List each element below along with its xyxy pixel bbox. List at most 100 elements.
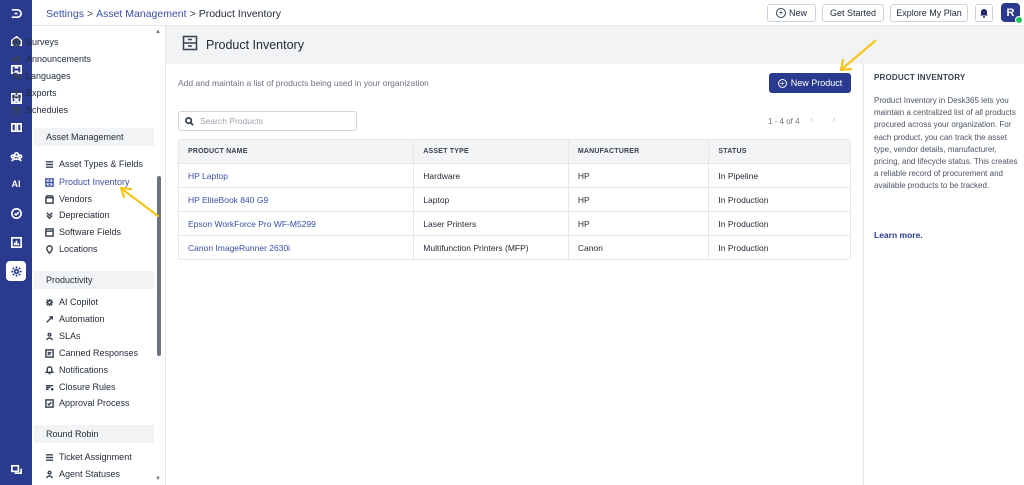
- search-products[interactable]: [178, 111, 357, 131]
- table-header: PRODUCT NAME ASSET TYPE MANUFACTURER STA…: [179, 140, 850, 163]
- column-header-product-name[interactable]: PRODUCT NAME: [179, 140, 413, 163]
- column-header-status[interactable]: STATUS: [708, 140, 850, 163]
- clock-icon: [12, 105, 21, 115]
- sidebar-item-notifications[interactable]: Notifications: [45, 365, 108, 375]
- megaphone-icon: [12, 55, 21, 64]
- sidebar-item-label: Exports: [26, 88, 57, 98]
- breadcrumb-asset-management[interactable]: Asset Management: [96, 8, 186, 20]
- table-row[interactable]: HP EliteBook 840 G9 Laptop HP In Product…: [179, 187, 850, 211]
- manufacturer-cell: HP: [567, 188, 709, 211]
- sidebar-item-announcements[interactable]: Announcements: [12, 54, 91, 64]
- help-panel: PRODUCT INVENTORY Product Inventory in D…: [863, 64, 1024, 485]
- avatar-initial: R: [1006, 6, 1015, 19]
- product-name-link[interactable]: HP EliteBook 840 G9: [179, 188, 413, 211]
- sidebar-item-approval-process[interactable]: Approval Process: [45, 398, 130, 408]
- new-product-label: New Product: [790, 78, 843, 88]
- sidebar-item-ai-copilot[interactable]: AI Copilot: [45, 297, 98, 307]
- learn-more-link[interactable]: Learn more.: [874, 230, 923, 240]
- settings-icon[interactable]: [6, 261, 26, 281]
- sidebar-item-label: Canned Responses: [59, 348, 139, 358]
- sidebar-item-label: Asset Types & Fields: [59, 159, 143, 169]
- status-cell: In Pipeline: [708, 164, 850, 187]
- sidebar-item-label: Schedules: [26, 105, 69, 115]
- new-button-label: New: [788, 8, 807, 18]
- help-panel-body: Product Inventory in Desk365 lets you ma…: [874, 96, 1018, 191]
- sidebar-item-label: Surveys: [26, 37, 59, 47]
- sidebar-item-slas[interactable]: SLAs: [45, 331, 81, 341]
- sidebar-scrollbar[interactable]: [157, 176, 161, 356]
- manufacturer-cell: HP: [567, 212, 709, 235]
- sidebar-item-product-inventory[interactable]: Product Inventory: [45, 177, 130, 187]
- sidebar-item-label: SLAs: [59, 331, 81, 341]
- breadcrumb-current: Product Inventory: [198, 8, 281, 20]
- sidebar-section-round-robin: Round Robin: [34, 425, 154, 443]
- notifications-bell-icon[interactable]: [975, 4, 993, 22]
- help-panel-title: PRODUCT INVENTORY: [874, 73, 966, 82]
- tasks-icon[interactable]: [6, 203, 26, 223]
- sidebar-item-exports[interactable]: Exports: [12, 88, 57, 98]
- product-name-link[interactable]: Canon ImageRunner 2630i: [179, 236, 413, 259]
- sidebar-item-label: Approval Process: [59, 398, 130, 408]
- scroll-up-icon[interactable]: ▲: [155, 29, 161, 35]
- community-icon[interactable]: [6, 146, 26, 166]
- sidebar-item-label: Closure Rules: [59, 382, 116, 392]
- sidebar-item-locations[interactable]: Locations: [45, 244, 98, 254]
- sidebar-item-agent-statuses[interactable]: Agent Statuses: [45, 469, 120, 479]
- brand-logo-icon[interactable]: [6, 3, 26, 23]
- table-row[interactable]: HP Laptop Hardware HP In Pipeline: [179, 163, 850, 187]
- agent-status-icon: [45, 470, 54, 479]
- search-icon: [185, 116, 194, 126]
- table-row[interactable]: Canon ImageRunner 2630i Multifunction Pr…: [179, 235, 850, 259]
- product-name-link[interactable]: HP Laptop: [179, 164, 413, 187]
- sidebar-item-label: Depreciation: [59, 210, 110, 220]
- sidebar-section-productivity: Productivity: [34, 271, 154, 289]
- explore-my-plan-label: Explore My Plan: [896, 8, 962, 18]
- knowledge-base-icon[interactable]: [6, 117, 26, 137]
- sidebar-item-label: Locations: [59, 244, 98, 254]
- table-row[interactable]: Epson WorkForce Pro WF-M5299 Laser Print…: [179, 211, 850, 235]
- new-product-button[interactable]: + New Product: [769, 73, 851, 93]
- manufacturer-cell: Canon: [567, 236, 709, 259]
- reports-icon[interactable]: [6, 232, 26, 252]
- sidebar-item-vendors[interactable]: Vendors: [45, 194, 92, 204]
- page-title: Product Inventory: [206, 38, 304, 52]
- sidebar-item-automation[interactable]: Automation: [45, 314, 105, 324]
- column-header-manufacturer[interactable]: MANUFACTURER: [567, 140, 709, 163]
- approval-icon: [45, 398, 54, 408]
- sidebar-item-surveys[interactable]: Surveys: [12, 37, 59, 47]
- search-input[interactable]: [200, 116, 350, 126]
- product-name-link[interactable]: Epson WorkForce Pro WF-M5299: [179, 212, 413, 235]
- canned-response-icon: [45, 348, 54, 358]
- ai-icon[interactable]: AI: [6, 174, 26, 194]
- asset-type-cell: Laser Printers: [413, 212, 568, 235]
- sidebar-item-label: Vendors: [59, 194, 93, 204]
- chat-icon[interactable]: [6, 459, 26, 479]
- next-page-icon[interactable]: ›: [832, 114, 835, 125]
- new-button[interactable]: + New: [767, 4, 816, 22]
- manufacturer-cell: HP: [567, 164, 709, 187]
- breadcrumb-separator: >: [86, 8, 94, 20]
- sidebar-item-label: Notifications: [59, 365, 109, 375]
- sidebar-item-label: Announcements: [26, 54, 92, 64]
- breadcrumb-settings[interactable]: Settings: [46, 8, 84, 20]
- sidebar-item-label: Product Inventory: [59, 177, 130, 187]
- scroll-down-icon[interactable]: ▼: [155, 476, 161, 482]
- sidebar-item-software-fields[interactable]: Software Fields: [45, 227, 121, 237]
- explore-my-plan-button[interactable]: Explore My Plan: [890, 4, 968, 22]
- sidebar-item-canned-responses[interactable]: Canned Responses: [45, 348, 138, 358]
- get-started-button[interactable]: Get Started: [822, 4, 884, 22]
- sidebar-item-ticket-assignment[interactable]: Ticket Assignment: [45, 452, 132, 462]
- sidebar-item-label: Agent Statuses: [59, 469, 121, 479]
- column-header-asset-type[interactable]: ASSET TYPE: [413, 140, 568, 163]
- sidebar-item-closure-rules[interactable]: Closure Rules: [45, 382, 116, 392]
- asset-type-cell: Laptop: [413, 188, 568, 211]
- sidebar-item-languages[interactable]: Languages: [12, 71, 71, 81]
- sidebar-section-asset-management: Asset Management: [34, 128, 154, 146]
- sidebar-item-schedules[interactable]: Schedules: [12, 105, 68, 115]
- get-started-label: Get Started: [829, 8, 877, 18]
- sidebar-item-label: Software Fields: [59, 227, 122, 237]
- prev-page-icon[interactable]: ‹: [810, 114, 813, 125]
- inventory-icon: [45, 177, 54, 187]
- sidebar-item-asset-types[interactable]: Asset Types & Fields: [45, 159, 143, 169]
- sidebar-item-depreciation[interactable]: Depreciation: [45, 210, 110, 220]
